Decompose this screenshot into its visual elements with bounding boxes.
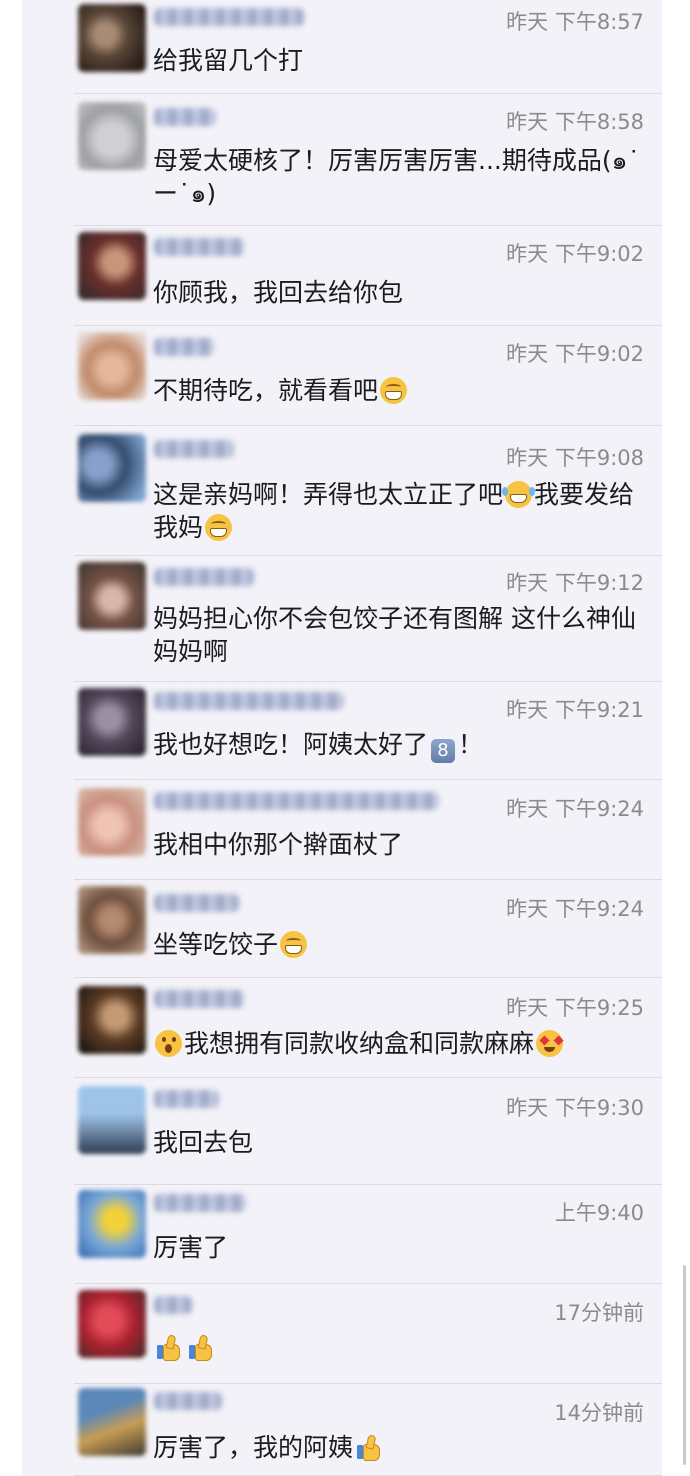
comment-time: 昨天 下午9:08 [506,446,644,470]
avatar[interactable] [78,788,146,856]
comment-item[interactable]: 昨天 下午9:02 不期待吃，就看看吧 [22,326,662,426]
comment-item[interactable]: 昨天 下午9:12 妈妈担心你不会包饺子还有图解 这什么神仙妈妈啊 [22,556,662,682]
avatar[interactable] [78,886,146,954]
comment-text: 我回去包 [153,1126,643,1159]
comment-text: 不期待吃，就看看吧 [153,374,643,407]
comment-text: 厉害了，我的阿姨 [153,1431,643,1464]
comment-item[interactable]: 昨天 下午8:58 母爱太硬核了！厉害厉害厉害...期待成品(๑˙ー˙๑) [22,94,662,226]
grin-icon [205,514,233,541]
comment-text-segment: 你顾我，我回去给你包 [153,278,404,307]
thumbs-up-icon [355,1434,383,1461]
comment-text: 妈妈担心你不会包饺子还有图解 这什么神仙妈妈啊 [153,602,643,668]
comment-text-segment: 厉害了 [153,1233,229,1262]
nickname-blurred[interactable] [154,1392,222,1410]
comment-item[interactable]: 上午9:40 厉害了 [22,1185,662,1284]
comment-item[interactable]: 昨天 下午9:25 我想拥有同款收纳盒和同款麻麻 [22,978,662,1078]
comment-text: 我相中你那个擀面杖了 [153,828,643,861]
comment-text: 这是亲妈啊！弄得也太立正了吧 我要发给我妈 [153,478,643,544]
grin-icon [280,931,308,958]
avatar[interactable] [78,4,146,72]
comment-item[interactable]: 昨天 下午9:30 我回去包 [22,1078,662,1185]
comment-text-segment: 我相中你那个擀面杖了 [153,830,404,859]
comment-text: 给我留几个打 [153,44,643,77]
nickname-blurred[interactable] [154,8,304,26]
comment-text-segment: ！ [458,730,484,759]
comment-time: 上午9:40 [554,1201,644,1225]
comment-text: 厉害了 [153,1231,643,1264]
nickname-blurred[interactable] [154,238,244,256]
comment-time: 昨天 下午9:30 [506,1096,644,1120]
nickname-blurred[interactable] [154,568,254,586]
comment-item[interactable]: 昨天 下午9:02 你顾我，我回去给你包 [22,226,662,326]
nickname-blurred[interactable] [154,1296,192,1314]
comment-text-segment: 我回去包 [153,1128,254,1157]
avatar[interactable] [78,102,146,170]
nickname-blurred[interactable] [154,894,239,912]
comment-text: 坐等吃饺子 [153,928,643,961]
comment-item[interactable]: 14分钟前厉害了，我的阿姨 [22,1384,662,1476]
nickname-blurred[interactable] [154,1194,246,1212]
comment-text: 母爱太硬核了！厉害厉害厉害...期待成品(๑˙ー˙๑) [153,144,643,210]
avatar[interactable] [78,1086,146,1154]
comment-text-segment: 坐等吃饺子 [153,930,279,959]
nickname-blurred[interactable] [154,692,344,710]
comment-time: 昨天 下午9:02 [506,342,644,366]
comment-text [153,1331,643,1364]
avatar[interactable] [78,332,146,400]
avatar[interactable] [78,1388,146,1456]
comment-item[interactable]: 昨天 下午9:24 坐等吃饺子 [22,880,662,978]
avatar[interactable] [78,1190,146,1258]
avatar[interactable] [78,434,146,502]
avatar[interactable] [78,688,146,756]
scrollbar[interactable] [683,1265,686,1465]
nickname-blurred[interactable] [154,108,216,126]
heart-eyes-icon [536,1030,564,1057]
comment-time: 昨天 下午8:58 [506,110,644,134]
thumbs-up-icon [155,1334,183,1361]
keycap-8-icon: 8 [431,739,456,763]
comment-time: 昨天 下午9:21 [506,698,644,722]
comment-text-segment: 妈妈担心你不会包饺子还有图解 这什么神仙妈妈啊 [153,604,636,666]
avatar[interactable] [78,232,146,300]
comment-item[interactable]: 昨天 下午9:21 我也好想吃！阿姨太好了 8！ [22,682,662,780]
grin-icon [380,377,408,404]
nickname-blurred[interactable] [154,792,439,810]
avatar[interactable] [78,562,146,630]
comment-item[interactable]: 17分钟前 [22,1284,662,1384]
avatar[interactable] [78,986,146,1054]
comment-time: 昨天 下午9:24 [506,897,644,921]
comment-text-segment: 母爱太硬核了！厉害厉害厉害...期待成品(๑˙ー˙๑) [153,146,640,208]
comment-time: 17分钟前 [554,1301,644,1325]
comment-text: 我想拥有同款收纳盒和同款麻麻 [153,1027,643,1060]
comment-item[interactable]: 昨天 下午8:57 给我留几个打 [22,0,662,94]
comment-text-segment: 我也好想吃！阿姨太好了 [153,730,429,759]
comment-text: 我也好想吃！阿姨太好了 8！ [153,728,643,763]
comment-text-segment: 我想拥有同款收纳盒和同款麻麻 [184,1029,535,1058]
nickname-blurred[interactable] [154,338,214,356]
comment-item[interactable]: 昨天 下午9:08 这是亲妈啊！弄得也太立正了吧 我要发给我妈 [22,426,662,556]
tears-of-joy-icon [502,481,533,508]
comment-text-segment: 这是亲妈啊！弄得也太立正了吧 [153,480,504,509]
comment-text-segment: 给我留几个打 [153,46,304,75]
nickname-blurred[interactable] [154,440,234,458]
nickname-blurred[interactable] [154,1090,219,1108]
nickname-blurred[interactable] [154,990,244,1008]
comment-time: 昨天 下午9:24 [506,797,644,821]
comment-time: 昨天 下午9:02 [506,242,644,266]
surprised-face-icon [155,1030,182,1057]
thumbs-up-icon [187,1334,215,1361]
comment-time: 14分钟前 [554,1401,644,1425]
avatar[interactable] [78,1290,146,1358]
comment-time: 昨天 下午9:12 [506,571,644,595]
comment-list: 昨天 下午8:57 给我留几个打昨天 下午8:58 母爱太硬核了！厉害厉害厉害...… [22,0,662,1476]
comment-text-segment: 不期待吃，就看看吧 [153,376,379,405]
comment-text: 你顾我，我回去给你包 [153,276,643,309]
comment-time: 昨天 下午9:25 [506,996,644,1020]
comment-time: 昨天 下午8:57 [506,10,644,34]
comment-text-segment: 厉害了，我的阿姨 [153,1433,354,1462]
comment-item[interactable]: 昨天 下午9:24 我相中你那个擀面杖了 [22,780,662,880]
